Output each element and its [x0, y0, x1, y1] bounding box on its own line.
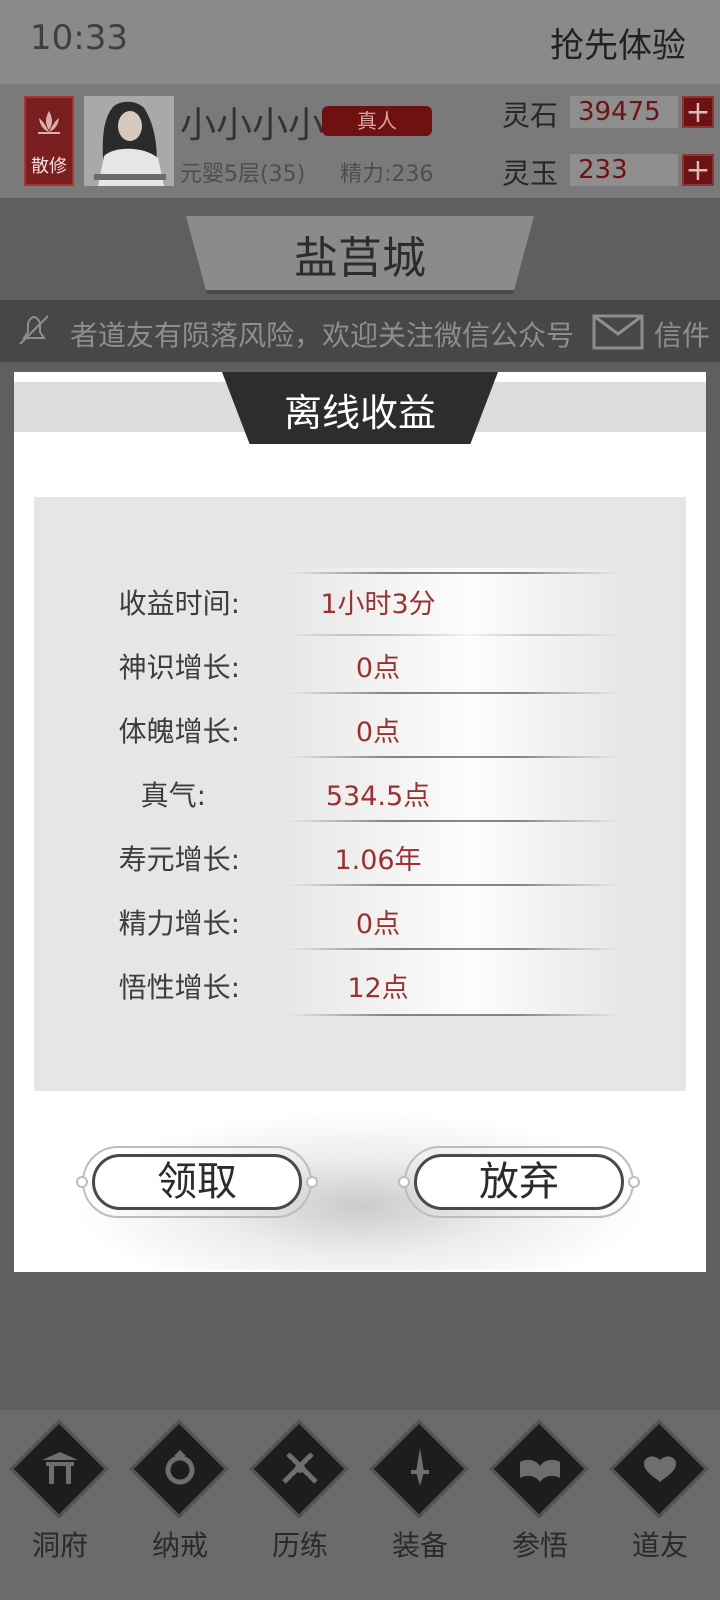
mail-label[interactable]: 信件: [654, 314, 710, 354]
physique-value: 0点: [355, 717, 401, 748]
nav-item-canwu[interactable]: 参悟: [480, 1419, 600, 1584]
nav-label: 历练: [271, 1529, 328, 1562]
nav-item-najie[interactable]: 纳戒: [120, 1419, 240, 1584]
nav-label: 洞府: [31, 1529, 88, 1562]
claim-button-frame: 领取: [76, 1146, 318, 1218]
button-ornament: [306, 1176, 318, 1188]
add-spirit-stone-button[interactable]: +: [682, 96, 714, 128]
sect-label: 散修: [31, 156, 67, 177]
field-divider: [288, 756, 618, 758]
nav-label: 道友: [631, 1529, 688, 1562]
add-spirit-jade-button[interactable]: +: [682, 154, 714, 186]
city-name: 盐莒城: [294, 233, 426, 284]
true-qi-value: 534.5点: [325, 781, 431, 812]
spirit-stone-label: 灵石: [502, 99, 559, 132]
crossed-swords-icon: [282, 1452, 318, 1484]
rank-badge: 真人: [322, 106, 432, 136]
spirit-sense-label: 神识增长:: [118, 651, 240, 684]
mail-icon[interactable]: [592, 314, 644, 350]
announcement-text: 者道友有陨落风险，欢迎关注微信公众号: [70, 319, 575, 352]
sect-badge[interactable]: 散修: [24, 96, 74, 186]
sword-icon: [411, 1448, 429, 1486]
gate-icon: [42, 1452, 78, 1484]
true-qi-label: 真气:: [140, 779, 206, 812]
abandon-button[interactable]: 放弃: [414, 1154, 624, 1210]
button-ornament: [628, 1176, 640, 1188]
comprehension-label: 悟性增长:: [118, 971, 240, 1004]
early-access-label[interactable]: 抢先体验: [550, 18, 686, 67]
earnings-time-label: 收益时间:: [118, 587, 240, 620]
nav-item-zhuangbei[interactable]: 装备: [360, 1419, 480, 1584]
nav-item-lilian[interactable]: 历练: [240, 1419, 360, 1584]
friend-icon: [644, 1456, 676, 1482]
nav-label: 参悟: [511, 1529, 568, 1562]
field-divider: [288, 820, 618, 822]
spirit-jade-value: 233: [570, 154, 678, 186]
claim-button[interactable]: 领取: [92, 1154, 302, 1210]
button-ornament: [398, 1176, 410, 1188]
dialog-title: 离线收益: [283, 391, 436, 435]
spirit-jade-label: 灵玉: [502, 157, 559, 190]
comprehension-value: 12点: [347, 973, 409, 1004]
nav-label: 纳戒: [151, 1529, 208, 1562]
abandon-button-frame: 放弃: [398, 1146, 640, 1218]
field-divider: [288, 884, 618, 886]
spirit-sense-value: 0点: [355, 653, 401, 684]
field-divider: [288, 572, 618, 574]
nav-item-dongfu[interactable]: 洞府: [0, 1419, 120, 1584]
open-book-icon: [520, 1459, 560, 1482]
field-divider: [288, 692, 618, 694]
bell-icon: [19, 315, 49, 345]
button-ornament: [76, 1176, 88, 1188]
realm-level: 元婴5层(35): [180, 162, 306, 187]
status-time: 10:33: [30, 18, 128, 58]
lifespan-label: 寿元增长:: [118, 843, 240, 876]
spirit-stone-value: 39475: [570, 96, 678, 128]
lotus-icon: [38, 111, 60, 134]
energy-gain-label: 精力增长:: [118, 907, 240, 940]
earnings-time-value: 1小时3分: [320, 589, 436, 620]
character-portrait: [84, 96, 174, 186]
nav-item-daoyou[interactable]: 道友: [600, 1419, 720, 1584]
physique-label: 体魄增长:: [118, 715, 240, 748]
field-divider: [288, 1014, 618, 1016]
energy-value: 精力:236: [340, 162, 434, 187]
avatar[interactable]: [84, 96, 174, 186]
ring-icon: [165, 1450, 195, 1485]
field-divider: [288, 948, 618, 950]
player-name: 小小小小: [180, 105, 325, 146]
energy-gain-value: 0点: [355, 909, 401, 940]
lifespan-value: 1.06年: [334, 845, 422, 876]
nav-label: 装备: [391, 1529, 448, 1562]
